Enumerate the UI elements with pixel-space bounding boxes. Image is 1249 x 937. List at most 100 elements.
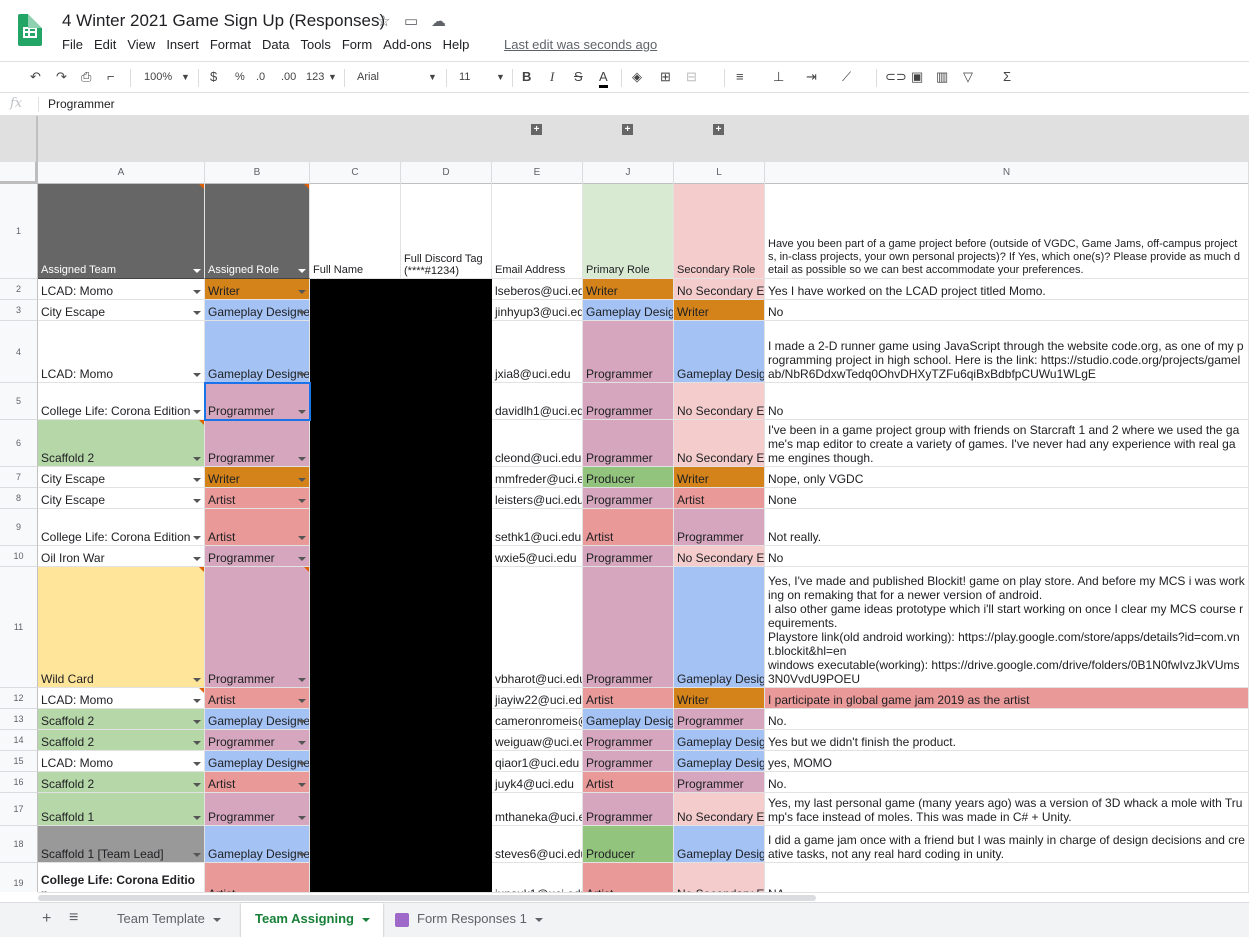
- header-cell-l[interactable]: Secondary Role: [674, 184, 765, 279]
- text-rotation-icon[interactable]: ⟋: [842, 69, 851, 85]
- cell-a[interactable]: Scaffold 2: [38, 730, 205, 751]
- undo-icon[interactable]: ↶: [30, 69, 41, 85]
- cell-a[interactable]: Wild Card: [38, 567, 205, 688]
- cell-a[interactable]: City Escape: [38, 488, 205, 509]
- cell-e[interactable]: steves6@uci.edu: [492, 826, 583, 863]
- dropdown-chevron-icon[interactable]: [193, 699, 201, 703]
- row-header[interactable]: 11: [0, 567, 38, 688]
- menu-form[interactable]: Form: [342, 37, 372, 52]
- cell-j[interactable]: Programmer: [583, 488, 674, 509]
- cell-d[interactable]: [401, 730, 492, 751]
- row-header[interactable]: 3: [0, 300, 38, 321]
- row-header[interactable]: 4: [0, 321, 38, 383]
- cell-l[interactable]: Gameplay Designer: [674, 730, 765, 751]
- cell-b[interactable]: Programmer: [205, 420, 310, 467]
- cell-a[interactable]: Scaffold 2: [38, 709, 205, 730]
- cell-b[interactable]: Writer: [205, 279, 310, 300]
- cell-n[interactable]: Not really.: [765, 509, 1249, 546]
- cell-d[interactable]: [401, 488, 492, 509]
- cell-l[interactable]: Programmer: [674, 709, 765, 730]
- percent-format-button[interactable]: %: [235, 69, 245, 85]
- cell-j[interactable]: Producer: [583, 826, 674, 863]
- dropdown-chevron-icon[interactable]: [298, 536, 306, 540]
- cell-j[interactable]: Programmer: [583, 321, 674, 383]
- cell-b[interactable]: Programmer: [205, 567, 310, 688]
- row-header[interactable]: 14: [0, 730, 38, 751]
- cell-c[interactable]: [310, 546, 401, 567]
- cell-b[interactable]: Gameplay Designer: [205, 300, 310, 321]
- cell-a[interactable]: LCAD: Momo: [38, 751, 205, 772]
- row-header[interactable]: 9: [0, 509, 38, 546]
- cell-l[interactable]: Programmer: [674, 772, 765, 793]
- cell-a[interactable]: Oil Iron War: [38, 546, 205, 567]
- cell-d[interactable]: [401, 709, 492, 730]
- cell-n[interactable]: Nope, only VGDC: [765, 467, 1249, 488]
- cell-c[interactable]: [310, 863, 401, 892]
- cell-j[interactable]: Gameplay Designer: [583, 709, 674, 730]
- tab-team-template[interactable]: Team Template: [107, 903, 241, 937]
- row-header[interactable]: 8: [0, 488, 38, 509]
- cell-b[interactable]: Artist: [205, 863, 310, 892]
- font-size-chevron-icon[interactable]: ▼: [496, 69, 505, 85]
- sheets-logo-icon[interactable]: [18, 14, 42, 46]
- cell-a[interactable]: Scaffold 1 [Team Lead]: [38, 826, 205, 863]
- cell-e[interactable]: davidlh1@uci.edu: [492, 383, 583, 420]
- cell-j[interactable]: Programmer: [583, 730, 674, 751]
- cell-n[interactable]: I participate in global game jam 2019 as…: [765, 688, 1249, 709]
- dropdown-chevron-icon[interactable]: [193, 373, 201, 377]
- cell-b[interactable]: Gameplay Designer: [205, 826, 310, 863]
- dropdown-chevron-icon[interactable]: [193, 478, 201, 482]
- cell-l[interactable]: Gameplay Designer: [674, 321, 765, 383]
- dropdown-chevron-icon[interactable]: [298, 853, 306, 857]
- dropdown-chevron-icon[interactable]: [298, 269, 306, 273]
- cell-e[interactable]: mmfreder@uci.edu: [492, 467, 583, 488]
- menu-data[interactable]: Data: [262, 37, 289, 52]
- cell-e[interactable]: jiayiw22@uci.edu: [492, 688, 583, 709]
- cell-d[interactable]: [401, 863, 492, 892]
- dropdown-chevron-icon[interactable]: [193, 499, 201, 503]
- cell-c[interactable]: [310, 709, 401, 730]
- all-sheets-list-icon[interactable]: ≡: [69, 909, 78, 927]
- cell-c[interactable]: [310, 509, 401, 546]
- insert-comment-icon[interactable]: ▣: [911, 69, 923, 85]
- column-header-c[interactable]: C: [310, 162, 401, 184]
- cell-b[interactable]: Gameplay Designer: [205, 751, 310, 772]
- cell-j[interactable]: Programmer: [583, 420, 674, 467]
- cell-e[interactable]: vbharot@uci.edu: [492, 567, 583, 688]
- cell-e[interactable]: cameronromeis@uci.edu: [492, 709, 583, 730]
- cell-n[interactable]: Yes I have worked on the LCAD project ti…: [765, 279, 1249, 300]
- row-header[interactable]: 5: [0, 383, 38, 420]
- cell-d[interactable]: [401, 420, 492, 467]
- font-select[interactable]: Arial: [357, 69, 379, 85]
- insert-link-icon[interactable]: ⊂⊃: [885, 69, 907, 85]
- row-header[interactable]: 2: [0, 279, 38, 300]
- cell-n[interactable]: No: [765, 300, 1249, 321]
- cell-a[interactable]: LCAD: Momo: [38, 321, 205, 383]
- cell-a[interactable]: College Life: Corona Edition: [38, 383, 205, 420]
- cell-n[interactable]: yes, MOMO: [765, 751, 1249, 772]
- dropdown-chevron-icon[interactable]: [193, 853, 201, 857]
- cell-d[interactable]: [401, 279, 492, 300]
- cell-n[interactable]: I made a 2-D runner game using JavaScrip…: [765, 321, 1249, 383]
- header-cell-e[interactable]: Email Address: [492, 184, 583, 279]
- cell-b[interactable]: Programmer: [205, 793, 310, 826]
- cell-n[interactable]: NA: [765, 863, 1249, 892]
- horizontal-scrollbar[interactable]: [38, 892, 1249, 902]
- dropdown-chevron-icon[interactable]: [193, 269, 201, 273]
- cell-b[interactable]: Programmer: [205, 730, 310, 751]
- tab-team-assigning[interactable]: Team Assigning: [241, 903, 383, 937]
- cell-b[interactable]: Gameplay Designer: [205, 321, 310, 383]
- column-header-l[interactable]: L: [674, 162, 765, 184]
- row-header[interactable]: 1: [0, 184, 38, 279]
- horizontal-align-icon[interactable]: ≡: [736, 69, 744, 85]
- row-header[interactable]: 16: [0, 772, 38, 793]
- row-header[interactable]: 10: [0, 546, 38, 567]
- tab-form-responses-1[interactable]: Form Responses 1: [385, 903, 557, 937]
- select-all-corner[interactable]: [0, 162, 38, 184]
- menu-tools[interactable]: Tools: [300, 37, 330, 52]
- functions-icon[interactable]: Σ: [1003, 69, 1011, 85]
- cell-n[interactable]: I did a game jam once with a friend but …: [765, 826, 1249, 863]
- move-folder-icon[interactable]: ▭: [404, 12, 418, 30]
- cell-e[interactable]: qiaor1@uci.edu: [492, 751, 583, 772]
- merge-cells-icon[interactable]: ⊟: [686, 69, 697, 85]
